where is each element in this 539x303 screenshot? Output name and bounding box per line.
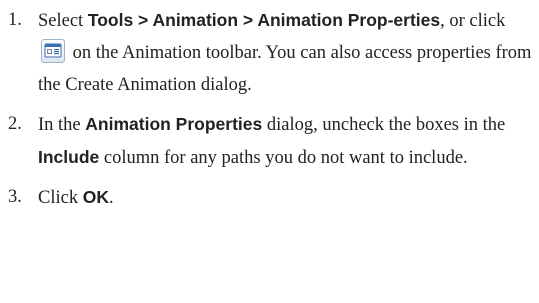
step-text: Select: [38, 11, 88, 31]
column-name: Include: [38, 147, 100, 167]
ok-button-label: OK: [82, 187, 109, 207]
instruction-steps: 1. Select Tools > Animation > Animation …: [8, 4, 533, 221]
step-3: 3. Click OK.: [8, 181, 533, 214]
step-number: 2.: [8, 114, 22, 134]
step-text: column for any paths you do not want to …: [99, 148, 468, 168]
step-1: 1. Select Tools > Animation > Animation …: [8, 4, 533, 101]
step-text: Click: [38, 188, 83, 208]
step-text: , or click: [440, 11, 506, 31]
step-number: 1.: [8, 10, 22, 30]
step-text: In the: [38, 115, 86, 135]
dialog-name: Animation Properties: [85, 114, 263, 134]
step-2: 2. In the Animation Properties dialog, u…: [8, 108, 533, 174]
step-text: dialog, uncheck the boxes in the: [262, 115, 506, 135]
menu-path: Tools > Animation > Animation Prop-ertie…: [87, 10, 441, 30]
step-text: .: [108, 188, 114, 208]
animation-properties-icon: [41, 39, 65, 63]
step-number: 3.: [8, 187, 22, 207]
step-text: on the Animation toolbar. You can also a…: [38, 43, 532, 95]
